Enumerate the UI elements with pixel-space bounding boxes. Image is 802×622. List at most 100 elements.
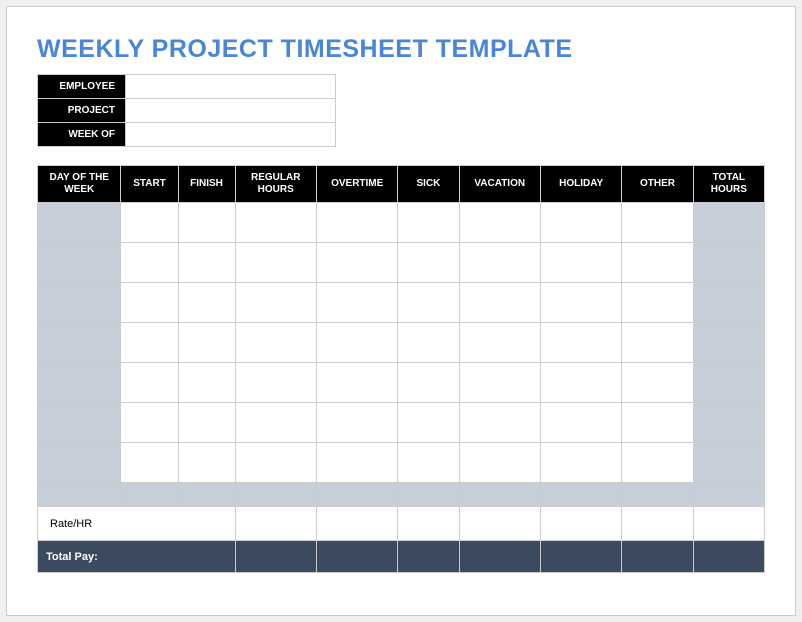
cell-holiday[interactable] — [540, 363, 621, 403]
info-table: EMPLOYEE PROJECT WEEK OF — [37, 74, 336, 147]
cell-holiday[interactable] — [540, 243, 621, 283]
subtotal-regular — [235, 483, 316, 507]
employee-value[interactable] — [126, 75, 336, 99]
cell-day[interactable] — [38, 203, 121, 243]
cell-other[interactable] — [622, 443, 693, 483]
cell-regular[interactable] — [235, 363, 316, 403]
cell-finish[interactable] — [178, 243, 235, 283]
cell-sick[interactable] — [398, 403, 459, 443]
cell-finish[interactable] — [178, 323, 235, 363]
cell-overtime[interactable] — [316, 363, 397, 403]
cell-regular[interactable] — [235, 203, 316, 243]
cell-other[interactable] — [622, 323, 693, 363]
cell-start[interactable] — [121, 283, 178, 323]
cell-sick[interactable] — [398, 203, 459, 243]
cell-holiday[interactable] — [540, 283, 621, 323]
cell-sick[interactable] — [398, 363, 459, 403]
cell-day[interactable] — [38, 243, 121, 283]
cell-day[interactable] — [38, 403, 121, 443]
cell-other[interactable] — [622, 243, 693, 283]
cell-vacation[interactable] — [459, 283, 540, 323]
cell-day[interactable] — [38, 443, 121, 483]
cell-sick[interactable] — [398, 283, 459, 323]
cell-day[interactable] — [38, 363, 121, 403]
rate-label: Rate/HR — [38, 507, 236, 541]
cell-other[interactable] — [622, 283, 693, 323]
subtotal-vacation — [459, 483, 540, 507]
rate-overtime[interactable] — [316, 507, 397, 541]
totalpay-overtime — [316, 541, 397, 573]
cell-finish[interactable] — [178, 283, 235, 323]
rate-other[interactable] — [622, 507, 693, 541]
col-regular: REGULAR HOURS — [235, 166, 316, 203]
cell-regular[interactable] — [235, 323, 316, 363]
subtotal-sick — [398, 483, 459, 507]
rate-regular[interactable] — [235, 507, 316, 541]
subtotal-total — [693, 483, 764, 507]
table-row — [38, 283, 765, 323]
rate-holiday[interactable] — [540, 507, 621, 541]
cell-regular[interactable] — [235, 403, 316, 443]
cell-finish[interactable] — [178, 363, 235, 403]
cell-start[interactable] — [121, 363, 178, 403]
cell-regular[interactable] — [235, 283, 316, 323]
cell-vacation[interactable] — [459, 403, 540, 443]
cell-start[interactable] — [121, 443, 178, 483]
cell-total — [693, 443, 764, 483]
subtotal-other — [622, 483, 693, 507]
cell-day[interactable] — [38, 283, 121, 323]
cell-vacation[interactable] — [459, 243, 540, 283]
cell-overtime[interactable] — [316, 203, 397, 243]
cell-other[interactable] — [622, 203, 693, 243]
page-title: WEEKLY PROJECT TIMESHEET TEMPLATE — [37, 35, 765, 64]
rate-vacation[interactable] — [459, 507, 540, 541]
totalpay-label: Total Pay: — [38, 541, 236, 573]
cell-vacation[interactable] — [459, 203, 540, 243]
cell-vacation[interactable] — [459, 443, 540, 483]
cell-vacation[interactable] — [459, 323, 540, 363]
cell-holiday[interactable] — [540, 323, 621, 363]
cell-finish[interactable] — [178, 203, 235, 243]
cell-holiday[interactable] — [540, 403, 621, 443]
subtotal-holiday — [540, 483, 621, 507]
cell-finish[interactable] — [178, 443, 235, 483]
cell-start[interactable] — [121, 243, 178, 283]
col-overtime: OVERTIME — [316, 166, 397, 203]
totalpay-sick — [398, 541, 459, 573]
cell-overtime[interactable] — [316, 283, 397, 323]
cell-other[interactable] — [622, 403, 693, 443]
cell-sick[interactable] — [398, 443, 459, 483]
rate-sick[interactable] — [398, 507, 459, 541]
cell-holiday[interactable] — [540, 203, 621, 243]
cell-total — [693, 323, 764, 363]
cell-vacation[interactable] — [459, 363, 540, 403]
cell-total — [693, 203, 764, 243]
cell-start[interactable] — [121, 203, 178, 243]
rate-row: Rate/HR — [38, 507, 765, 541]
cell-finish[interactable] — [178, 403, 235, 443]
cell-start[interactable] — [121, 323, 178, 363]
cell-holiday[interactable] — [540, 443, 621, 483]
rate-total — [693, 507, 764, 541]
cell-overtime[interactable] — [316, 323, 397, 363]
cell-overtime[interactable] — [316, 403, 397, 443]
totalpay-other — [622, 541, 693, 573]
subtotal-start — [121, 483, 178, 507]
cell-day[interactable] — [38, 323, 121, 363]
cell-sick[interactable] — [398, 323, 459, 363]
cell-other[interactable] — [622, 363, 693, 403]
subtotal-overtime — [316, 483, 397, 507]
table-row — [38, 243, 765, 283]
cell-total — [693, 403, 764, 443]
cell-regular[interactable] — [235, 243, 316, 283]
cell-sick[interactable] — [398, 243, 459, 283]
totalpay-holiday — [540, 541, 621, 573]
totalpay-regular — [235, 541, 316, 573]
project-value[interactable] — [126, 99, 336, 123]
table-row — [38, 443, 765, 483]
cell-overtime[interactable] — [316, 443, 397, 483]
cell-overtime[interactable] — [316, 243, 397, 283]
cell-regular[interactable] — [235, 443, 316, 483]
weekof-value[interactable] — [126, 123, 336, 147]
cell-start[interactable] — [121, 403, 178, 443]
